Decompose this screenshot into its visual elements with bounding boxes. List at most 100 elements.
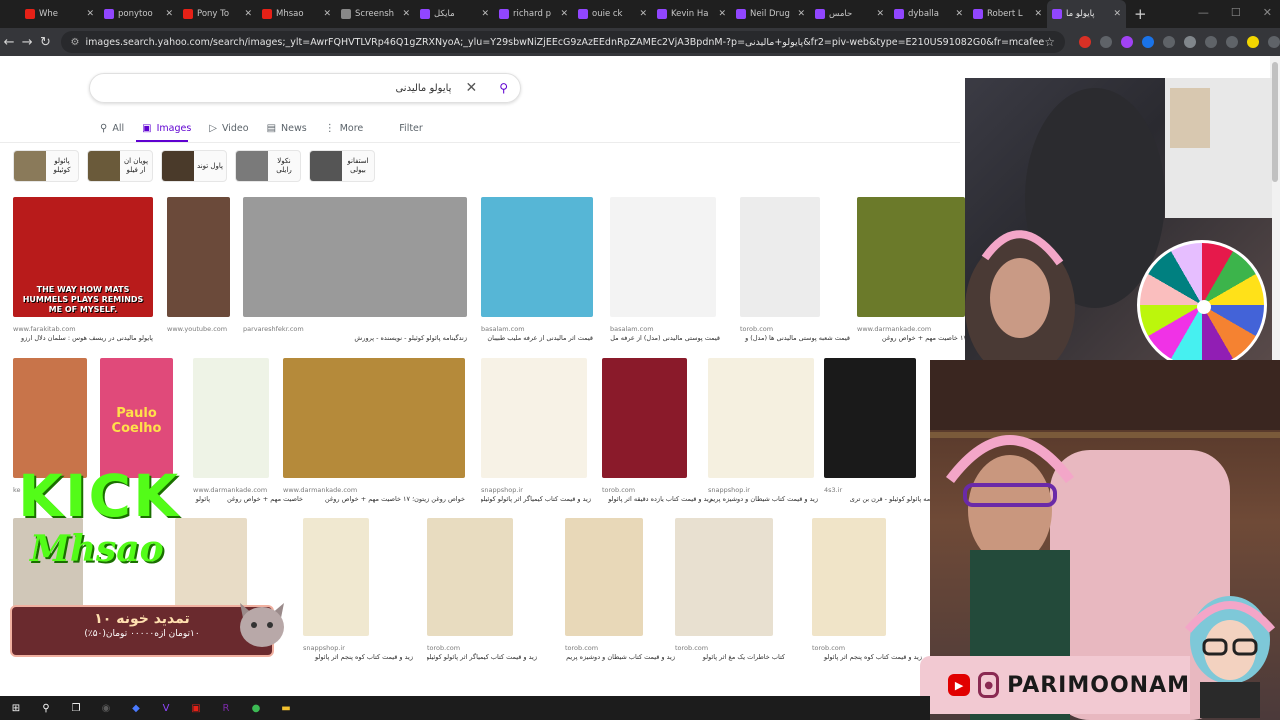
result-source[interactable]: torob.com	[427, 644, 513, 652]
menu-icon[interactable]	[1268, 36, 1280, 48]
search-icon[interactable]: ⚲	[38, 700, 54, 716]
close-tab-icon[interactable]: ✕	[165, 9, 173, 19]
result-source[interactable]: www.darmankade.com	[857, 325, 965, 333]
url-input[interactable]: ⚙ images.search.yahoo.com/search/images;…	[60, 31, 1066, 53]
close-tab-icon[interactable]: ✕	[1113, 9, 1121, 19]
search-input[interactable]	[201, 82, 452, 94]
r-icon[interactable]: R	[218, 700, 234, 716]
chrome-ext-icon[interactable]: ▣	[188, 700, 204, 716]
forward-icon[interactable]: →	[18, 35, 36, 50]
image-result[interactable]	[303, 518, 369, 636]
new-tab-button[interactable]: +	[1134, 5, 1147, 23]
result-source[interactable]: snappshop.ir	[481, 486, 587, 494]
download-icon[interactable]	[1205, 36, 1218, 48]
result-caption[interactable]: زید و قیمت کتاب کیمیاگر اثر پائولو کوئیل…	[481, 495, 591, 503]
close-window-icon[interactable]: ✕	[1263, 6, 1272, 19]
maximize-icon[interactable]: ☐	[1231, 6, 1241, 19]
close-tab-icon[interactable]: ✕	[481, 9, 489, 19]
result-caption[interactable]: قیمت پوستی مالیدنی (مدل) از عرفه مل	[610, 334, 720, 342]
tab-more[interactable]: ⋮ More	[325, 118, 364, 138]
filter-button[interactable]: Filter	[399, 118, 423, 138]
close-tab-icon[interactable]: ✕	[955, 9, 963, 19]
result-source[interactable]: torob.com	[740, 325, 820, 333]
result-source[interactable]: parvareshfekr.com	[243, 325, 467, 333]
result-caption[interactable]: کتاب خاطرات یک مغ اثر پائولو	[675, 653, 785, 661]
extension-icon[interactable]	[1142, 36, 1155, 48]
result-caption[interactable]: نامه پائولو کوئیلو - قرن بن تری	[824, 495, 934, 503]
image-result[interactable]	[675, 518, 773, 636]
taskview-icon[interactable]: ❐	[68, 700, 84, 716]
extension-icon[interactable]	[1121, 36, 1134, 48]
browser-tab[interactable]: richard p ✕	[494, 0, 573, 28]
extension-icon[interactable]	[1100, 36, 1113, 48]
close-tab-icon[interactable]: ✕	[1034, 9, 1042, 19]
reload-icon[interactable]: ↻	[36, 35, 54, 50]
result-source[interactable]: www.darmankade.com	[193, 486, 269, 494]
image-result[interactable]	[13, 358, 87, 478]
back-icon[interactable]: ←	[0, 35, 18, 50]
clear-icon[interactable]: ✕	[465, 80, 477, 96]
close-tab-icon[interactable]: ✕	[323, 9, 331, 19]
browser-tab[interactable]: dyballa ✕	[889, 0, 968, 28]
result-caption[interactable]: زید و قیمت کتاب کیمیاگر اثر پائولو کوئیل…	[427, 653, 537, 661]
image-result[interactable]	[708, 358, 814, 478]
image-result[interactable]	[193, 358, 269, 478]
tab-news[interactable]: ▤ News	[267, 118, 307, 138]
close-tab-icon[interactable]: ✕	[560, 9, 568, 19]
result-source[interactable]: www.farakitab.com	[13, 325, 153, 333]
result-caption[interactable]: زندگینامه پائولو کوئیلو - نویسنده - پرور…	[243, 334, 467, 342]
related-search-chip[interactable]: استفانو بیولی	[309, 150, 375, 182]
image-result[interactable]	[167, 197, 230, 317]
image-result[interactable]	[283, 358, 465, 478]
result-caption[interactable]: قیمت شعبه پوستی مالیدنی ها (مدل) و	[740, 334, 850, 342]
related-search-chip[interactable]: پائولو کوئیلو	[13, 150, 79, 182]
close-tab-icon[interactable]: ✕	[244, 9, 252, 19]
browser-tab[interactable]: مایکل ✕	[415, 0, 494, 28]
browser-tab[interactable]: حامس ✕	[810, 0, 889, 28]
browser-tab[interactable]: ouie ck ✕	[573, 0, 652, 28]
browser-tab[interactable]: Screensh ✕	[336, 0, 415, 28]
result-source[interactable]: snappshop.ir	[708, 486, 814, 494]
image-result[interactable]	[427, 518, 513, 636]
image-result[interactable]	[243, 197, 467, 317]
extension-icon[interactable]	[1079, 36, 1092, 48]
image-result[interactable]	[740, 197, 820, 317]
bookmark-star-icon[interactable]: ☆	[1044, 35, 1055, 49]
result-source[interactable]: torob.com	[812, 644, 886, 652]
browser-tab[interactable]: Mhsao ✕	[257, 0, 336, 28]
related-search-chip[interactable]: پویان ان ار فیلو	[87, 150, 153, 182]
related-search-chip[interactable]: پاول توند	[161, 150, 227, 182]
scrollbar-thumb[interactable]	[1272, 62, 1278, 182]
image-result[interactable]	[602, 358, 687, 478]
result-source[interactable]: www.darmankade.com	[283, 486, 465, 494]
minimize-icon[interactable]: —	[1198, 6, 1209, 19]
browser-tab[interactable]: پایولو ما ✕	[1047, 0, 1126, 28]
profile-avatar[interactable]	[1247, 36, 1260, 48]
result-source[interactable]: basalam.com	[481, 325, 593, 333]
extension-icon[interactable]	[1163, 36, 1176, 48]
result-caption[interactable]: خواص روغن زیتون؛ ۱۷ خاصیت مهم + خواص روغ…	[283, 495, 465, 503]
browser-tab[interactable]: Neil Drug ✕	[731, 0, 810, 28]
result-caption[interactable]: زید و قیمت کتاب یازده دقیقه اثر پائولو	[602, 495, 712, 503]
image-result[interactable]	[812, 518, 886, 636]
vs-icon[interactable]: V	[158, 700, 174, 716]
browser-tab[interactable]: ponytoo ✕	[99, 0, 178, 28]
result-source[interactable]: 4s3.ir	[824, 486, 916, 494]
image-result[interactable]	[610, 197, 716, 317]
result-caption[interactable]: پایولو مالیدنی در ریسف هوس : سلمان دلال …	[13, 334, 153, 342]
image-result[interactable]	[824, 358, 916, 478]
image-result[interactable]	[481, 358, 587, 478]
tab-video[interactable]: ▷ Video	[209, 118, 248, 138]
folder-icon[interactable]: ▬	[278, 700, 294, 716]
result-source[interactable]: www.youtube.com	[167, 325, 230, 333]
obs-icon[interactable]: ◉	[98, 700, 114, 716]
close-tab-icon[interactable]: ✕	[86, 9, 94, 19]
browser-tab[interactable]: Whe ✕	[20, 0, 99, 28]
result-source[interactable]: snappshop.ir	[303, 644, 369, 652]
close-tab-icon[interactable]: ✕	[639, 9, 647, 19]
close-tab-icon[interactable]: ✕	[876, 9, 884, 19]
reading-list-icon[interactable]	[1226, 36, 1239, 48]
tab-all[interactable]: ⚲ All	[100, 118, 124, 138]
result-source[interactable]: torob.com	[565, 644, 643, 652]
browser-tab[interactable]: Pony To ✕	[178, 0, 257, 28]
